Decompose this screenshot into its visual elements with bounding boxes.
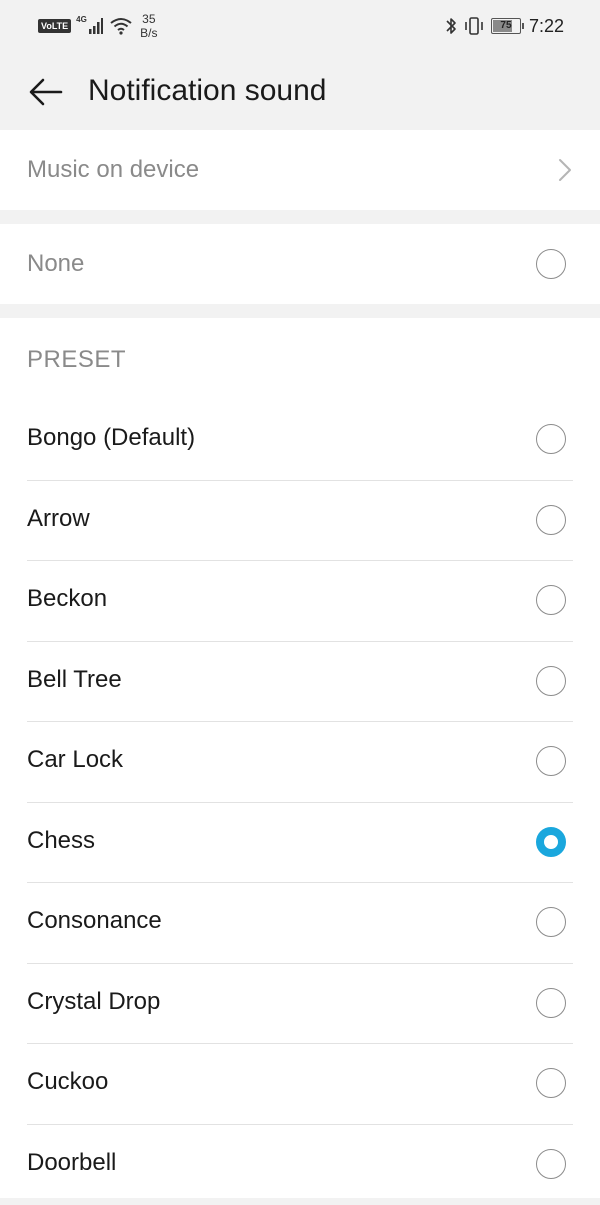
preset-list-item[interactable]: Crystal Drop [0, 964, 600, 1045]
preset-list-item[interactable]: Bell Tree [0, 642, 600, 723]
preset-item-label: Bongo (Default) [27, 424, 195, 452]
network-speed-value: 35 [142, 12, 155, 26]
battery-icon: 75 [491, 18, 521, 34]
chevron-right-icon [558, 158, 572, 182]
page-title: Notification sound [88, 74, 326, 108]
bluetooth-icon [445, 16, 457, 36]
preset-item-label: Arrow [27, 505, 90, 533]
music-on-device-row[interactable]: Music on device [0, 130, 600, 210]
status-bar: VoLTE 4G 35 B/s [0, 0, 600, 52]
volte-icon: VoLTE [38, 19, 71, 33]
radio-button[interactable] [536, 424, 566, 454]
vibrate-icon [463, 16, 485, 36]
none-option-label: None [27, 250, 84, 278]
status-bar-right: 75 7:22 [445, 12, 564, 40]
radio-button[interactable] [536, 505, 566, 535]
battery-percentage: 75 [492, 19, 520, 33]
preset-section-title: PRESET [27, 346, 126, 374]
preset-item-label: Beckon [27, 585, 107, 613]
preset-item-label: Bell Tree [27, 666, 122, 694]
status-bar-left: VoLTE 4G 35 B/s [38, 10, 158, 42]
preset-item-label: Doorbell [27, 1149, 116, 1177]
preset-item-label: Chess [27, 827, 95, 855]
radio-button[interactable] [536, 746, 566, 776]
radio-button[interactable] [536, 988, 566, 1018]
app-bar: Notification sound [0, 52, 600, 130]
signal-icon: 4G [76, 15, 104, 37]
wifi-icon [110, 17, 132, 35]
network-speed: 35 B/s [140, 12, 157, 40]
radio-button[interactable] [536, 907, 566, 937]
radio-button-selected[interactable] [536, 827, 566, 857]
music-on-device-label: Music on device [27, 156, 199, 184]
preset-list-item[interactable]: Car Lock [0, 722, 600, 803]
preset-list-item[interactable]: Chess [0, 803, 600, 884]
preset-item-label: Consonance [27, 907, 162, 935]
preset-list-item[interactable]: Doorbell [0, 1125, 600, 1205]
radio-button[interactable] [536, 666, 566, 696]
none-option-row[interactable]: None [0, 224, 600, 304]
preset-section: PRESET Bongo (Default) Arrow Beckon Bell Tr… [0, 318, 600, 1198]
clock: 7:22 [529, 16, 564, 37]
back-button[interactable] [24, 72, 68, 112]
network-speed-unit: B/s [140, 26, 157, 40]
preset-list-item[interactable]: Cuckoo [0, 1044, 600, 1125]
radio-button[interactable] [536, 1068, 566, 1098]
preset-list-item[interactable]: Beckon [0, 561, 600, 642]
preset-list-item[interactable]: Arrow [0, 481, 600, 562]
preset-item-label: Cuckoo [27, 1068, 108, 1096]
preset-item-label: Car Lock [27, 746, 123, 774]
preset-list-item[interactable]: Consonance [0, 883, 600, 964]
radio-button[interactable] [536, 585, 566, 615]
preset-item-label: Crystal Drop [27, 988, 160, 1016]
arrow-left-icon [29, 78, 63, 106]
preset-list-item[interactable]: Bongo (Default) [0, 400, 600, 481]
none-radio-button[interactable] [536, 249, 566, 279]
preset-list: Bongo (Default) Arrow Beckon Bell Tree Car L… [0, 400, 600, 1205]
radio-button[interactable] [536, 1149, 566, 1179]
